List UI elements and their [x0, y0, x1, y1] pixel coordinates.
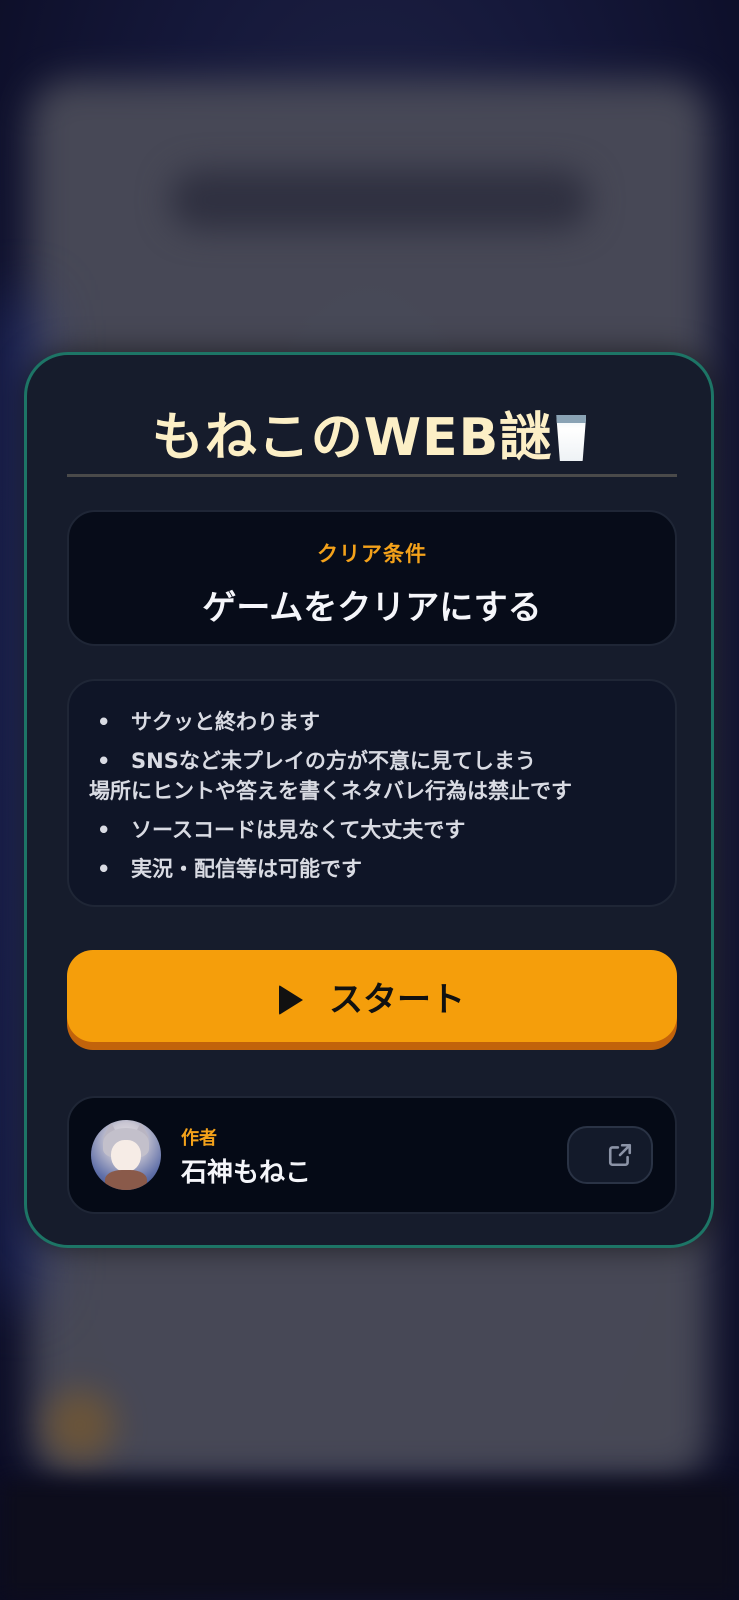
- background-bottom-bar: [0, 1480, 739, 1600]
- clear-condition-label: クリア条件: [317, 542, 427, 566]
- rule-bullet: •: [97, 857, 111, 881]
- avatar-face: [111, 1140, 141, 1172]
- milk-glass-icon: [556, 415, 587, 461]
- rule-text: SNSなど未プレイの方が不意に見てしまう: [131, 749, 536, 773]
- rule-bullet: •: [97, 710, 111, 734]
- rule-bullet: •: [97, 749, 111, 773]
- start-button[interactable]: スタート: [67, 950, 677, 1042]
- rules-list: • サクッと終わります • SNSなど未プレイの方が不意に見てしまう 場所にヒントや…: [67, 679, 677, 907]
- rule-text: ソースコードは見なくて大丈夫です: [131, 818, 466, 842]
- clear-condition-value: ゲームをクリアにする: [202, 588, 542, 628]
- rule-text-continued: 場所にヒントや答えを書くネタバレ行為は禁止です: [89, 779, 572, 803]
- modal-title: もねこのWEB謎: [27, 395, 711, 470]
- external-link-icon: [608, 1143, 632, 1167]
- rule-text: 実況・配信等は可能です: [131, 857, 362, 881]
- rule-item: • SNSなど未プレイの方が不意に見てしまう 場所にヒントや答えを書くネタバレ行為…: [89, 746, 651, 806]
- clear-condition-box: クリア条件 ゲームをクリアにする: [67, 510, 677, 646]
- title-divider: [67, 474, 677, 477]
- author-label: 作者: [181, 1128, 217, 1149]
- modal-title-text: もねこのWEB謎: [151, 408, 553, 468]
- background-blurred-header: [170, 170, 590, 230]
- rule-item: • 実況・配信等は可能です: [95, 854, 651, 884]
- author-link-button[interactable]: [567, 1126, 653, 1184]
- play-icon: [279, 985, 303, 1015]
- intro-modal: もねこのWEB謎 クリア条件 ゲームをクリアにする • サクッと終わります • SN…: [24, 352, 714, 1248]
- author-avatar: [91, 1120, 161, 1190]
- start-button-content: スタート: [279, 972, 465, 1021]
- rule-text: サクッと終わります: [131, 710, 320, 734]
- rule-item: • ソースコードは見なくて大丈夫です: [95, 815, 651, 845]
- avatar-body: [105, 1170, 147, 1190]
- background-blurred-icon: [45, 1390, 115, 1460]
- rule-item: • サクッと終わります: [95, 707, 651, 737]
- author-name: 石神もねこ: [181, 1158, 312, 1188]
- rule-bullet: •: [97, 818, 111, 842]
- author-card: 作者 石神もねこ: [67, 1096, 677, 1214]
- start-button-label: スタート: [329, 980, 465, 1020]
